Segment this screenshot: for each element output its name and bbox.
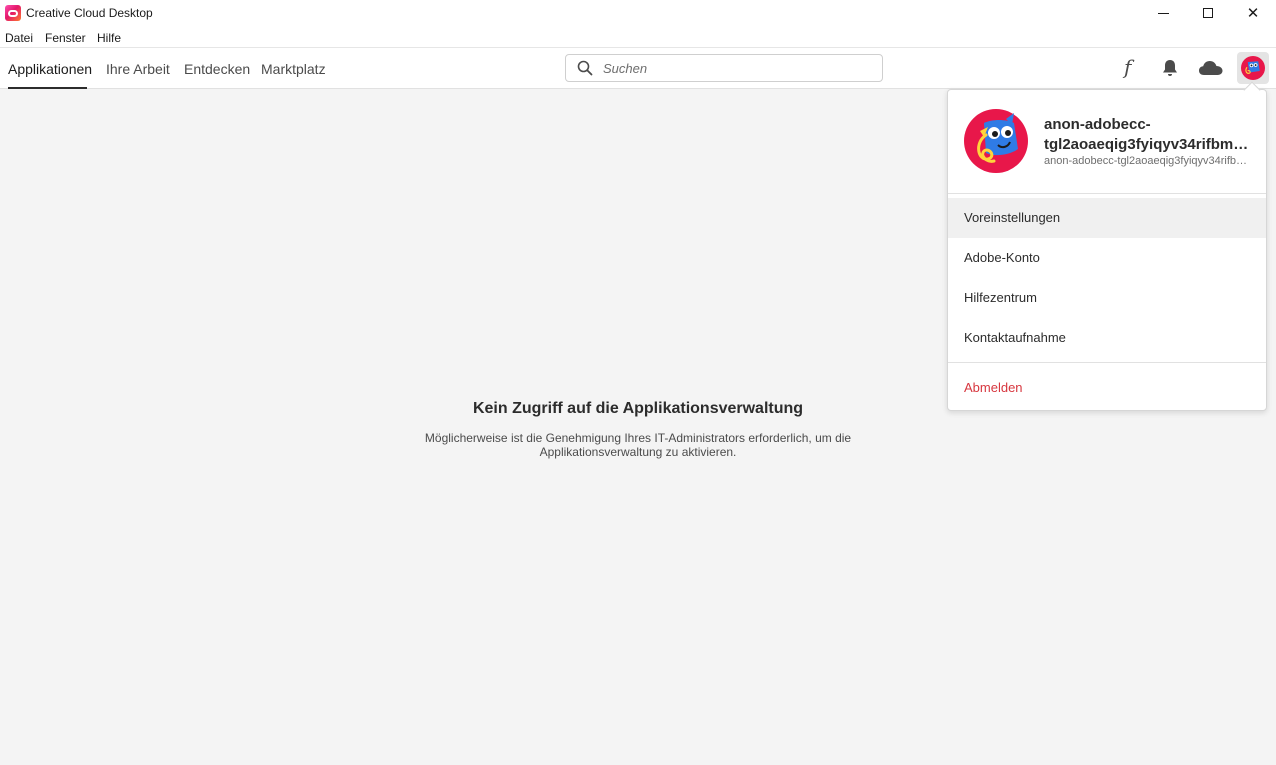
search-input[interactable]: Suchen [565,54,883,82]
tab-marktplatz[interactable]: Marktplatz [261,61,326,77]
profile-name-line1: anon-adobecc- [1044,116,1151,133]
close-icon: ✕ [1246,5,1260,22]
menu-item-voreinstellungen[interactable]: Voreinstellungen [948,198,1266,238]
maximize-button[interactable] [1185,0,1231,26]
profile-avatar [964,109,1028,173]
profile-name-line2: tgl2aoaeqig3fyiqyv34rifbmu… [1044,136,1254,153]
account-button[interactable] [1237,52,1269,84]
profile-name: anon-adobecc- tgl2aoaeqig3fyiqyv34rifbmu… [1044,115,1254,155]
menu-item-adobe-konto[interactable]: Adobe-Konto [948,238,1266,278]
minimize-icon [1157,12,1169,14]
divider [948,193,1266,194]
creative-cloud-app-icon [5,5,21,21]
menu-datei[interactable]: Datei [5,31,33,45]
title-bar: Creative Cloud Desktop ✕ [0,0,1276,26]
active-tab-indicator [8,87,87,89]
tab-applikationen[interactable]: Applikationen [8,61,92,77]
menu-item-kontaktaufnahme[interactable]: Kontaktaufnahme [948,318,1266,358]
menu-hilfe[interactable]: Hilfe [97,31,121,45]
avatar [1241,56,1265,80]
search-icon [577,60,593,76]
account-menu: anon-adobecc- tgl2aoaeqig3fyiqyv34rifbmu… [947,89,1267,411]
search-placeholder: Suchen [603,61,648,76]
empty-state-description: Möglicherweise ist die Genehmigung Ihres… [424,431,852,459]
cloud-icon[interactable] [1198,58,1224,78]
menu-item-hilfezentrum[interactable]: Hilfezentrum [948,278,1266,318]
menu-fenster[interactable]: Fenster [45,31,86,45]
profile-email: anon-adobecc-tgl2aoaeqig3fyiqyv34rifb… [1044,155,1248,167]
window-title: Creative Cloud Desktop [26,6,153,20]
maximize-icon [1203,8,1213,18]
menu-bar: Datei Fenster Hilfe [0,26,1276,47]
tab-entdecken[interactable]: Entdecken [184,61,250,77]
signout-button[interactable]: Abmelden [948,368,1266,408]
tab-ihre-arbeit[interactable]: Ihre Arbeit [106,61,170,77]
minimize-button[interactable] [1140,0,1186,26]
top-navigation: Applikationen Ihre Arbeit Entdecken Mark… [0,47,1276,89]
bell-icon[interactable] [1160,58,1180,78]
divider [948,362,1266,363]
close-button[interactable]: ✕ [1230,0,1276,26]
fonts-icon[interactable]: f [1124,55,1131,79]
